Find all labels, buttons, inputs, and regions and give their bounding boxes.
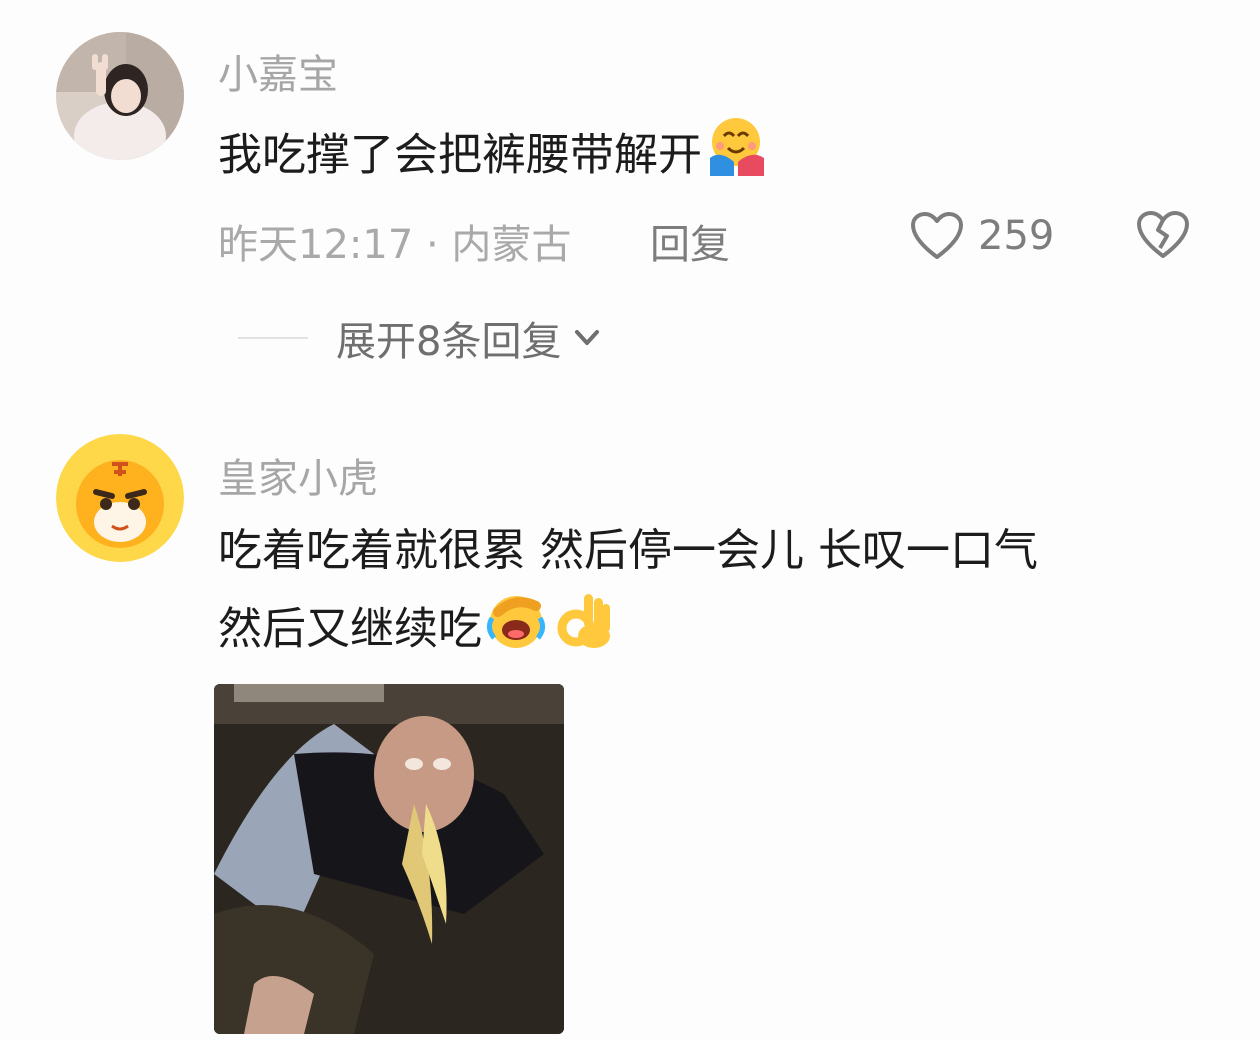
noodle-meme-photo xyxy=(214,684,564,1034)
comment-text-content: 然后又继续吃 xyxy=(218,603,482,655)
comment-meta: 昨天12:17 · 内蒙古 回复 259 xyxy=(218,208,1218,268)
expand-replies-button[interactable]: 展开8条回复 xyxy=(238,308,607,368)
comment-text-content: 我吃撑了会把裤腰带解开 xyxy=(218,129,702,181)
face-palm-laughing-icon xyxy=(484,588,548,675)
comment-item: 小嘉宝 我吃撑了会把裤腰带解开 昨天12:17 · 内蒙古 回复 259 展开8… xyxy=(0,0,1260,400)
username[interactable]: 皇家小虎 xyxy=(218,446,378,504)
hugging-face-icon xyxy=(704,114,768,201)
expand-replies-label: 展开8条回复 xyxy=(336,319,562,365)
timestamp-location: 昨天12:17 · 内蒙古 xyxy=(218,222,572,268)
broken-heart-icon xyxy=(1137,211,1189,258)
user-avatar-photo xyxy=(56,32,184,160)
comment-text: 我吃撑了会把裤腰带解开 xyxy=(218,114,768,201)
comment-text-line2: 然后又继续吃 xyxy=(218,588,614,675)
chevron-down-icon xyxy=(575,330,600,345)
heart-outline-icon xyxy=(911,212,963,259)
like-button[interactable]: 259 xyxy=(910,208,1054,264)
divider xyxy=(238,337,308,339)
avatar[interactable] xyxy=(56,32,184,160)
dislike-button[interactable] xyxy=(1136,210,1190,264)
comment-image[interactable] xyxy=(214,684,564,1034)
comment-text-line1: 吃着吃着就很累 然后停一会儿 长叹一口气 xyxy=(218,525,1038,576)
ok-hand-icon xyxy=(550,588,614,675)
like-count: 259 xyxy=(978,213,1055,259)
reply-button[interactable]: 回复 xyxy=(650,212,730,270)
avatar[interactable] xyxy=(56,434,184,562)
username[interactable]: 小嘉宝 xyxy=(218,42,338,100)
tiger-avatar xyxy=(56,434,184,562)
comment-item: 皇家小虎 吃着吃着就很累 然后停一会儿 长叹一口气 然后又继续吃 xyxy=(0,400,1260,1040)
